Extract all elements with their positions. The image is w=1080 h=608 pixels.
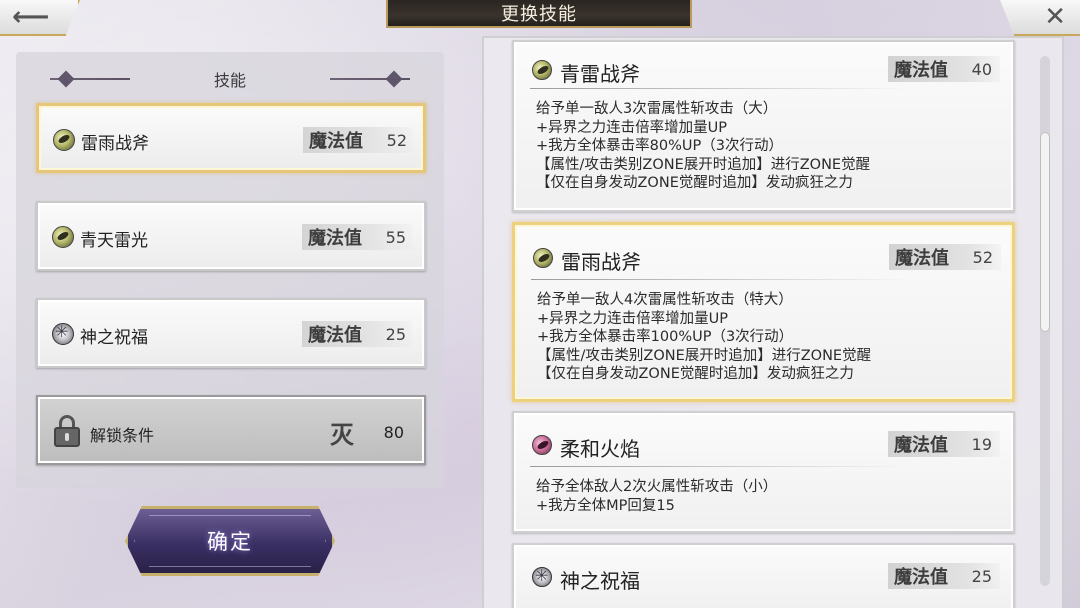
thunder-icon xyxy=(52,226,74,248)
card-divider xyxy=(530,88,910,89)
close-icon: ✕ xyxy=(1044,2,1066,32)
skill-card-name: 柔和火焰 xyxy=(560,437,640,461)
mp-value: 55 xyxy=(385,227,406,247)
unlock-condition-label: 解锁条件 xyxy=(90,426,155,445)
thunder-icon xyxy=(533,248,553,268)
skills-header-label: 技能 xyxy=(213,71,246,90)
back-arrow-icon: ⟵ xyxy=(12,2,50,32)
skill-slot-1[interactable]: 雷雨战斧 魔法值 52 xyxy=(36,103,426,173)
rank-icon: 灭 xyxy=(330,420,354,449)
ornament-diamond-left xyxy=(57,70,75,88)
skill-card[interactable]: 青雷战斧 魔法值 40 给予单一敌人3次雷属性斩攻击（大） +异界之力连击倍率增… xyxy=(512,40,1015,212)
mp-label: 魔法值 xyxy=(309,131,363,152)
card-divider xyxy=(531,279,911,280)
skill-description: 给予单一敌人4次雷属性斩攻击（特大） +异界之力连击倍率增加量UP +我方全体暴… xyxy=(537,292,872,382)
skill-slot-name: 雷雨战斧 xyxy=(81,134,149,154)
confirm-button-frame xyxy=(134,515,326,567)
mp-value: 19 xyxy=(971,434,992,454)
thunder-icon xyxy=(532,60,552,80)
skill-card-name: 雷雨战斧 xyxy=(561,250,641,274)
mp-label: 魔法值 xyxy=(308,228,362,249)
mp-label: 魔法值 xyxy=(894,567,948,588)
skill-slot-name: 神之祝福 xyxy=(80,328,148,348)
blessing-icon xyxy=(532,566,552,587)
mp-label: 魔法值 xyxy=(894,60,948,81)
mp-cost-badge: 魔法值 40 xyxy=(888,56,1000,82)
mp-label: 魔法值 xyxy=(308,325,362,346)
mp-value: 40 xyxy=(971,59,992,79)
locked-skill-slot[interactable]: 解锁条件 灭 80 xyxy=(36,395,426,465)
skill-description: 给予全体敌人2次火属性斩攻击（小） +我方全体MP回复15 xyxy=(536,479,778,514)
mp-value: 52 xyxy=(386,130,407,150)
skill-card[interactable]: 柔和火焰 魔法值 19 给予全体敌人2次火属性斩攻击（小） +我方全体MP回复1… xyxy=(512,411,1015,533)
mp-cost-badge: 魔法值 52 xyxy=(889,244,1001,270)
mp-cost-badge: 魔法值 19 xyxy=(888,431,1000,457)
mp-label: 魔法值 xyxy=(895,248,949,269)
confirm-button[interactable]: 确定 xyxy=(125,506,335,576)
mp-label: 魔法值 xyxy=(894,435,948,456)
skill-card-name: 青雷战斧 xyxy=(560,62,640,86)
thunder-icon xyxy=(53,129,75,151)
page-title: 更换技能 xyxy=(386,0,692,28)
skill-card[interactable]: 神之祝福 魔法值 25 xyxy=(512,543,1015,608)
skill-slot-2[interactable]: 青天雷光 魔法值 55 xyxy=(36,201,426,271)
scrollbar-thumb[interactable] xyxy=(1040,132,1050,332)
fire-icon xyxy=(532,435,552,455)
ornament-right xyxy=(330,78,410,80)
skill-description: 给予单一敌人3次雷属性斩攻击（大） +异界之力连击倍率增加量UP +我方全体暴击… xyxy=(536,101,871,191)
skill-card-name: 神之祝福 xyxy=(560,569,640,593)
mp-value: 25 xyxy=(971,566,992,586)
skill-slot-name: 青天雷光 xyxy=(80,231,148,251)
unlock-level-value: 80 xyxy=(383,423,404,442)
mp-value: 25 xyxy=(385,324,406,344)
mp-value: 52 xyxy=(972,247,993,267)
skills-header: 技能 xyxy=(16,64,444,94)
mp-cost-badge: 魔法值 55 xyxy=(302,224,412,250)
mp-cost-badge: 魔法值 25 xyxy=(302,321,412,347)
mp-cost-badge: 魔法值 52 xyxy=(303,127,413,153)
skill-slot-3[interactable]: 神之祝福 魔法值 25 xyxy=(36,298,426,368)
lock-icon xyxy=(54,415,80,447)
blessing-icon xyxy=(52,322,74,345)
card-divider xyxy=(530,466,910,467)
mp-cost-badge: 魔法值 25 xyxy=(888,563,1000,589)
skill-card-selected[interactable]: 雷雨战斧 魔法值 52 给予单一敌人4次雷属性斩攻击（特大） +异界之力连击倍率… xyxy=(512,222,1015,402)
